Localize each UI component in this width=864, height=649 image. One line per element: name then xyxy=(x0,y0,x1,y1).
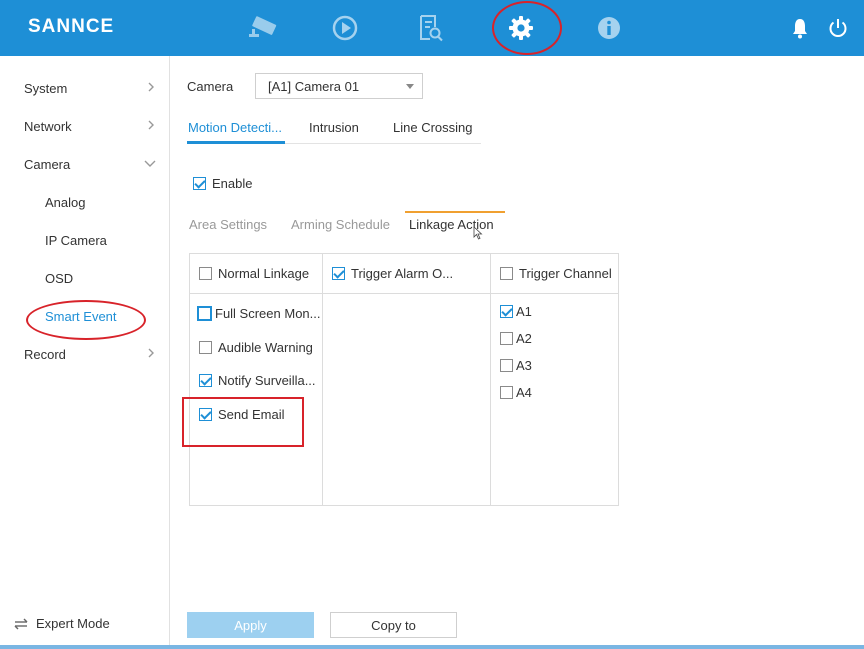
sidebar-item-camera[interactable]: Camera xyxy=(0,145,170,183)
highlight-oval-settings xyxy=(492,1,562,55)
channel-a3-label: A3 xyxy=(516,358,532,373)
sidebar-item-label: Network xyxy=(24,118,72,134)
playback-icon[interactable] xyxy=(323,8,367,48)
channel-a1-checkbox[interactable] xyxy=(500,305,513,318)
active-tab-indicator xyxy=(187,141,285,144)
expert-mode-toggle[interactable]: Expert Mode xyxy=(14,616,110,631)
normal-linkage-header[interactable]: Normal Linkage xyxy=(190,254,322,294)
expert-mode-label: Expert Mode xyxy=(36,616,110,631)
normal-linkage-column: Normal Linkage Full Screen Mon... Audibl… xyxy=(190,254,323,505)
sidebar-item-label: Record xyxy=(24,346,66,362)
sidebar: System Network Camera Analog IP Camera O… xyxy=(0,56,170,649)
notify-surveillance-row[interactable]: Notify Surveilla... xyxy=(199,373,316,388)
chevron-right-icon xyxy=(148,120,154,130)
audible-warning-row[interactable]: Audible Warning xyxy=(199,340,313,355)
settings-tabs: Area Settings Arming Schedule Linkage Ac… xyxy=(189,208,519,242)
normal-linkage-checkbox[interactable] xyxy=(199,267,212,280)
channel-a1-label: A1 xyxy=(516,304,532,319)
channel-row-a4[interactable]: A4 xyxy=(500,385,532,400)
sidebar-item-label: IP Camera xyxy=(45,232,107,248)
sidebar-item-analog[interactable]: Analog xyxy=(0,183,170,221)
trigger-alarm-checkbox[interactable] xyxy=(332,267,345,280)
channel-a2-label: A2 xyxy=(516,331,532,346)
linkage-grid: Normal Linkage Full Screen Mon... Audibl… xyxy=(189,253,619,506)
trigger-alarm-label: Trigger Alarm O... xyxy=(351,266,454,281)
camera-select-value: [A1] Camera 01 xyxy=(268,78,360,94)
top-bar: SANNCE xyxy=(0,0,864,56)
camera-select[interactable]: [A1] Camera 01 xyxy=(255,73,423,99)
channel-a3-checkbox[interactable] xyxy=(500,359,513,372)
trigger-channel-label: Trigger Channel xyxy=(519,266,612,281)
sidebar-item-label: System xyxy=(24,80,68,96)
enable-label: Enable xyxy=(212,176,253,191)
mouse-cursor-icon xyxy=(473,226,483,240)
channel-a2-checkbox[interactable] xyxy=(500,332,513,345)
sidebar-item-system[interactable]: System xyxy=(0,69,170,107)
brand-logo: SANNCE xyxy=(28,16,115,37)
notify-surveillance-label: Notify Surveilla... xyxy=(218,373,316,388)
chevron-right-icon xyxy=(148,82,154,92)
tab-line-crossing[interactable]: Line Crossing xyxy=(393,120,473,135)
chevron-right-icon xyxy=(148,348,154,358)
normal-linkage-label: Normal Linkage xyxy=(218,266,310,281)
tab-intrusion[interactable]: Intrusion xyxy=(309,120,359,135)
apply-button[interactable]: Apply xyxy=(187,612,314,638)
tab-area-settings[interactable]: Area Settings xyxy=(189,217,267,232)
sidebar-item-network[interactable]: Network xyxy=(0,107,170,145)
channel-row-a2[interactable]: A2 xyxy=(500,331,532,346)
power-icon[interactable] xyxy=(816,8,860,48)
highlight-oval-smart-event xyxy=(26,300,146,340)
sidebar-item-label: Camera xyxy=(24,156,71,172)
full-screen-monitoring-row[interactable]: Full Screen Mon... xyxy=(197,306,321,321)
full-screen-monitoring-checkbox[interactable] xyxy=(197,306,212,321)
search-file-icon[interactable] xyxy=(409,8,453,48)
live-view-camera-icon[interactable] xyxy=(242,8,286,48)
trigger-channel-checkbox[interactable] xyxy=(500,267,513,280)
audible-warning-checkbox[interactable] xyxy=(199,341,212,354)
chevron-down-icon xyxy=(144,160,156,167)
main-panel: Camera [A1] Camera 01 Motion Detecti... … xyxy=(171,56,864,649)
active-subtab-indicator xyxy=(405,211,505,213)
detection-tabs: Motion Detecti... Intrusion Line Crossin… xyxy=(187,114,481,144)
audible-warning-label: Audible Warning xyxy=(218,340,313,355)
trigger-alarm-header[interactable]: Trigger Alarm O... xyxy=(323,254,490,294)
full-screen-monitoring-label: Full Screen Mon... xyxy=(215,306,321,321)
tab-motion-detection[interactable]: Motion Detecti... xyxy=(188,120,282,135)
channel-row-a1[interactable]: A1 xyxy=(500,304,532,319)
highlight-box-send-email xyxy=(182,397,304,447)
sidebar-item-label: Analog xyxy=(45,194,86,210)
channel-a4-label: A4 xyxy=(516,385,532,400)
tab-arming-schedule[interactable]: Arming Schedule xyxy=(291,217,390,232)
trigger-channel-header[interactable]: Trigger Channel xyxy=(491,254,619,294)
copy-to-button[interactable]: Copy to xyxy=(330,612,457,638)
trigger-channel-column: Trigger Channel A1 A2 A3 A4 xyxy=(491,254,619,505)
notify-surveillance-checkbox[interactable] xyxy=(199,374,212,387)
swap-arrows-icon xyxy=(14,618,28,629)
camera-label: Camera xyxy=(187,79,234,94)
channel-a4-checkbox[interactable] xyxy=(500,386,513,399)
bottom-strip xyxy=(0,645,864,649)
sidebar-item-ip-camera[interactable]: IP Camera xyxy=(0,221,170,259)
sidebar-item-record[interactable]: Record xyxy=(0,335,170,373)
enable-checkbox-row[interactable]: Enable xyxy=(193,176,252,191)
info-icon[interactable] xyxy=(587,8,631,48)
caret-down-icon xyxy=(406,84,414,89)
enable-checkbox[interactable] xyxy=(193,177,206,190)
channel-row-a3[interactable]: A3 xyxy=(500,358,532,373)
trigger-alarm-column: Trigger Alarm O... xyxy=(323,254,491,505)
sidebar-item-label: OSD xyxy=(45,270,74,286)
sidebar-item-osd[interactable]: OSD xyxy=(0,259,170,297)
